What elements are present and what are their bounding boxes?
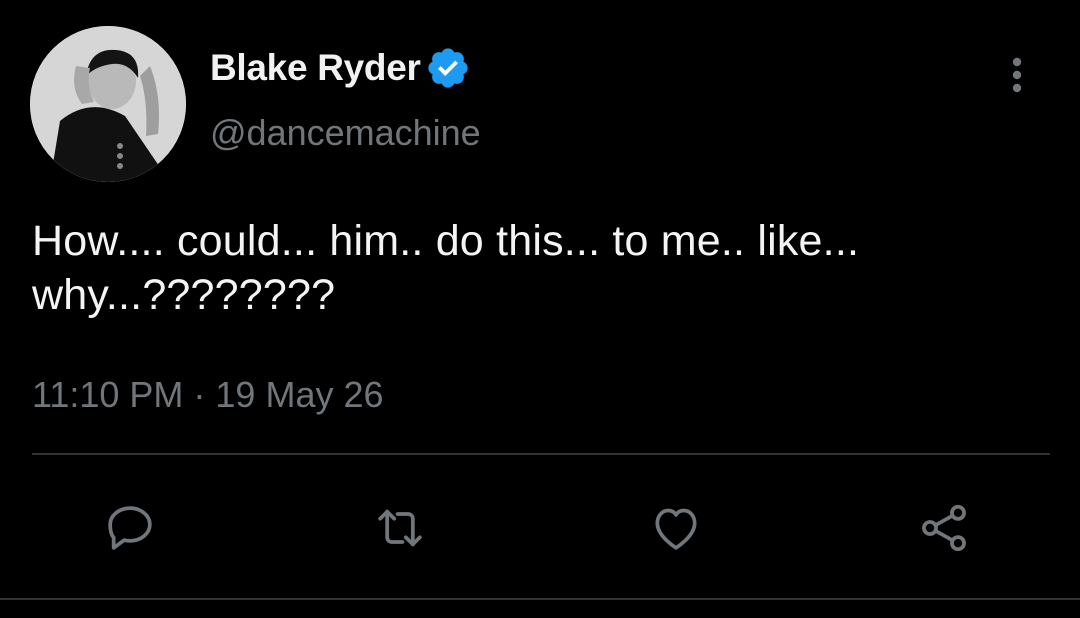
retweet-icon[interactable] — [372, 500, 428, 556]
reply-icon[interactable] — [102, 500, 158, 556]
author-display-name[interactable]: Blake Ryder — [210, 47, 421, 89]
tweet-timestamp[interactable]: 11:10 PM · 19 May 26 — [32, 374, 384, 416]
verified-badge-icon — [425, 45, 471, 91]
author-name-row: Blake Ryder — [210, 44, 471, 92]
divider — [32, 453, 1050, 455]
tweet-text: How.... could... him.. do this... to me.… — [32, 217, 860, 319]
more-vertical-icon[interactable] — [1004, 56, 1030, 96]
heart-icon[interactable] — [648, 500, 704, 556]
tweet-card: Blake Ryder @dancemachine How.... could.… — [0, 0, 1080, 618]
share-icon[interactable] — [916, 500, 972, 556]
author-handle[interactable]: @dancemachine — [210, 112, 481, 154]
avatar-image — [30, 26, 186, 182]
divider — [0, 598, 1080, 600]
avatar[interactable] — [30, 26, 186, 182]
